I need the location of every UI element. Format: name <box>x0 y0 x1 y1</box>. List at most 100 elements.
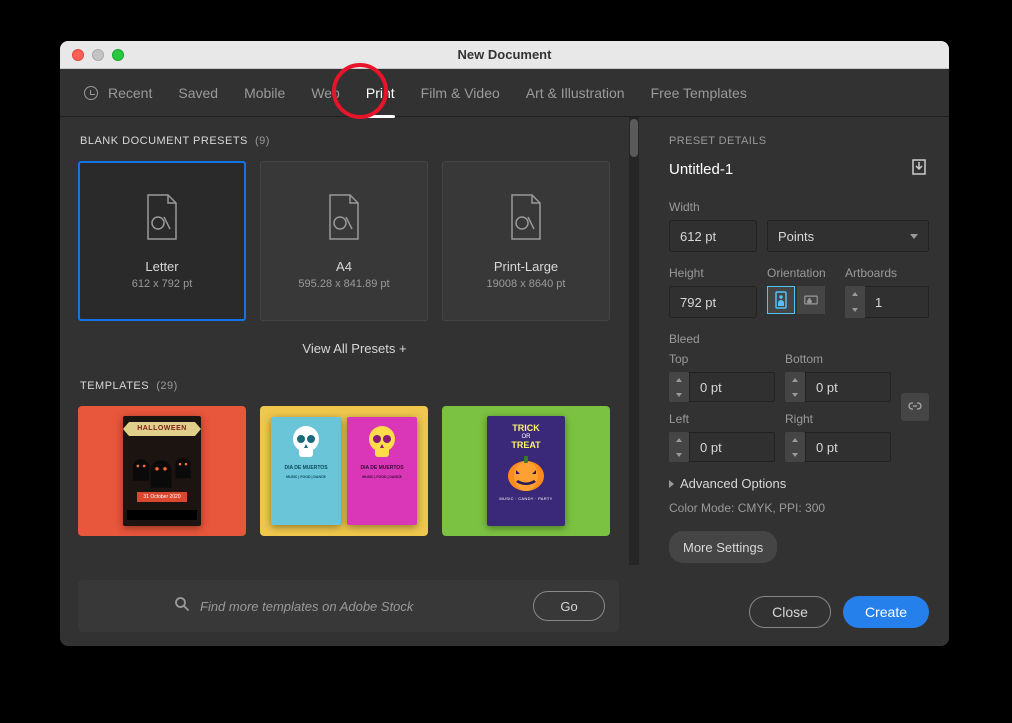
view-all-presets-link[interactable]: View All Presets + <box>78 341 631 356</box>
bleed-right-input[interactable]: 0 pt <box>805 432 891 462</box>
more-settings-button[interactable]: More Settings <box>669 531 777 563</box>
poster-thumbnail: DIA DE MUERTOS MUSIC | FOOD | DANCE DIA … <box>271 417 417 525</box>
title-text: TRICK <box>493 424 559 433</box>
heading-text: TEMPLATES <box>80 380 149 392</box>
save-preset-icon[interactable] <box>909 157 929 182</box>
color-mode-line: Color Mode: CMYK, PPI: 300 <box>669 501 929 515</box>
heading-text: BLANK DOCUMENT PRESETS <box>80 135 248 147</box>
preset-details-panel: PRESET DETAILS Untitled-1 Width 612 pt P… <box>649 117 949 646</box>
advanced-label: Advanced Options <box>680 476 786 491</box>
search-input[interactable]: Find more templates on Adobe Stock <box>200 599 533 614</box>
orientation-landscape-button[interactable] <box>797 286 825 314</box>
search-bar: Find more templates on Adobe Stock Go <box>78 580 619 632</box>
chevron-down-icon <box>910 234 918 239</box>
artboards-input[interactable]: 1 <box>865 286 929 318</box>
width-label: Width <box>669 200 929 214</box>
width-input[interactable]: 612 pt <box>669 220 757 252</box>
preset-print-large[interactable]: Print-Large 19008 x 8640 pt <box>442 161 610 321</box>
titlebar: New Document <box>60 41 949 69</box>
tab-recent[interactable]: Recent <box>84 81 152 105</box>
templates-heading: TEMPLATES (29) <box>80 380 631 392</box>
bleed-left-input[interactable]: 0 pt <box>689 432 775 462</box>
template-trick-or-treat[interactable]: TRICK OR TREAT MUSIC · CANDY · PARTY <box>442 406 610 536</box>
bleed-bottom-label: Bottom <box>785 352 891 366</box>
search-icon <box>174 596 190 617</box>
caption-text: DIA DE MUERTOS <box>351 465 413 472</box>
tab-label: Recent <box>108 85 152 101</box>
panel-heading: PRESET DETAILS <box>669 135 929 147</box>
document-icon <box>142 193 182 241</box>
advanced-options-toggle[interactable]: Advanced Options <box>669 476 929 491</box>
poster-thumbnail: TRICK OR TREAT MUSIC · CANDY · PARTY <box>487 416 565 526</box>
artboards-stepper[interactable] <box>845 286 865 318</box>
tab-print[interactable]: Print <box>366 81 395 105</box>
preset-dimensions: 595.28 x 841.89 pt <box>298 278 389 290</box>
height-input[interactable]: 792 pt <box>669 286 757 318</box>
bleed-bottom-stepper[interactable] <box>785 372 805 402</box>
skull-icon <box>290 425 322 461</box>
bleed-left-stepper[interactable] <box>669 432 689 462</box>
document-icon <box>506 193 546 241</box>
bleed-bottom-input[interactable]: 0 pt <box>805 372 891 402</box>
sub-text: MUSIC | FOOD | DANCE <box>275 475 337 480</box>
ghost-icon <box>133 459 149 481</box>
chevron-right-icon <box>669 480 674 488</box>
skull-icon <box>366 425 398 461</box>
template-halloween[interactable]: HALLOWEEN 31 October 2020 <box>78 406 246 536</box>
poster-thumbnail: HALLOWEEN 31 October 2020 <box>123 416 201 526</box>
tab-art-illustration[interactable]: Art & Illustration <box>526 81 625 105</box>
bleed-right-label: Right <box>785 412 891 426</box>
bleed-top-label: Top <box>669 352 775 366</box>
scroll-thumb[interactable] <box>630 119 638 157</box>
orientation-label: Orientation <box>767 266 835 280</box>
window-title: New Document <box>60 47 949 62</box>
preset-letter[interactable]: Letter 612 x 792 pt <box>78 161 246 321</box>
preset-name: Print-Large <box>494 259 558 274</box>
tab-free-templates[interactable]: Free Templates <box>651 81 747 105</box>
pumpkin-icon <box>506 456 546 492</box>
bleed-right-stepper[interactable] <box>785 432 805 462</box>
preset-dimensions: 19008 x 8640 pt <box>487 278 566 290</box>
orientation-portrait-button[interactable] <box>767 286 795 314</box>
preset-dimensions: 612 x 792 pt <box>132 278 193 290</box>
scrollbar[interactable] <box>629 117 639 565</box>
tab-web[interactable]: Web <box>311 81 340 105</box>
document-icon <box>324 193 364 241</box>
preset-name: Letter <box>145 259 178 274</box>
ghost-icon <box>175 458 190 478</box>
tab-saved[interactable]: Saved <box>178 81 218 105</box>
artboards-label: Artboards <box>845 266 929 280</box>
date-text: 31 October 2020 <box>137 492 186 502</box>
bleed-left-label: Left <box>669 412 775 426</box>
count-text: (9) <box>255 135 270 147</box>
bleed-top-input[interactable]: 0 pt <box>689 372 775 402</box>
create-button[interactable]: Create <box>843 596 929 628</box>
height-label: Height <box>669 266 757 280</box>
window-zoom-button[interactable] <box>112 49 124 61</box>
bleed-label: Bleed <box>669 332 929 346</box>
tab-mobile[interactable]: Mobile <box>244 81 285 105</box>
category-tabs: Recent Saved Mobile Web Print Film & Vid… <box>60 69 949 117</box>
ghost-icon <box>151 460 172 488</box>
window-minimize-button[interactable] <box>92 49 104 61</box>
preset-a4[interactable]: A4 595.28 x 841.89 pt <box>260 161 428 321</box>
go-button[interactable]: Go <box>533 591 605 621</box>
sub-text: MUSIC | FOOD | DANCE <box>351 475 413 480</box>
left-panel: BLANK DOCUMENT PRESETS (9) Letter 612 x … <box>60 117 649 646</box>
template-dia-de-muertos[interactable]: DIA DE MUERTOS MUSIC | FOOD | DANCE DIA … <box>260 406 428 536</box>
units-value: Points <box>778 229 814 244</box>
clock-icon <box>84 86 98 100</box>
close-button[interactable]: Close <box>749 596 831 628</box>
document-name-input[interactable]: Untitled-1 <box>669 161 733 179</box>
preset-name: A4 <box>336 259 352 274</box>
units-select[interactable]: Points <box>767 220 929 252</box>
count-text: (29) <box>156 380 178 392</box>
title-text: TREAT <box>493 441 559 450</box>
window-close-button[interactable] <box>72 49 84 61</box>
sub-text: MUSIC · CANDY · PARTY <box>493 496 559 501</box>
new-document-window: New Document Recent Saved Mobile Web Pri… <box>60 41 949 646</box>
bleed-top-stepper[interactable] <box>669 372 689 402</box>
caption-text: DIA DE MUERTOS <box>275 465 337 472</box>
link-bleed-button[interactable] <box>901 393 929 421</box>
tab-film-video[interactable]: Film & Video <box>421 81 500 105</box>
